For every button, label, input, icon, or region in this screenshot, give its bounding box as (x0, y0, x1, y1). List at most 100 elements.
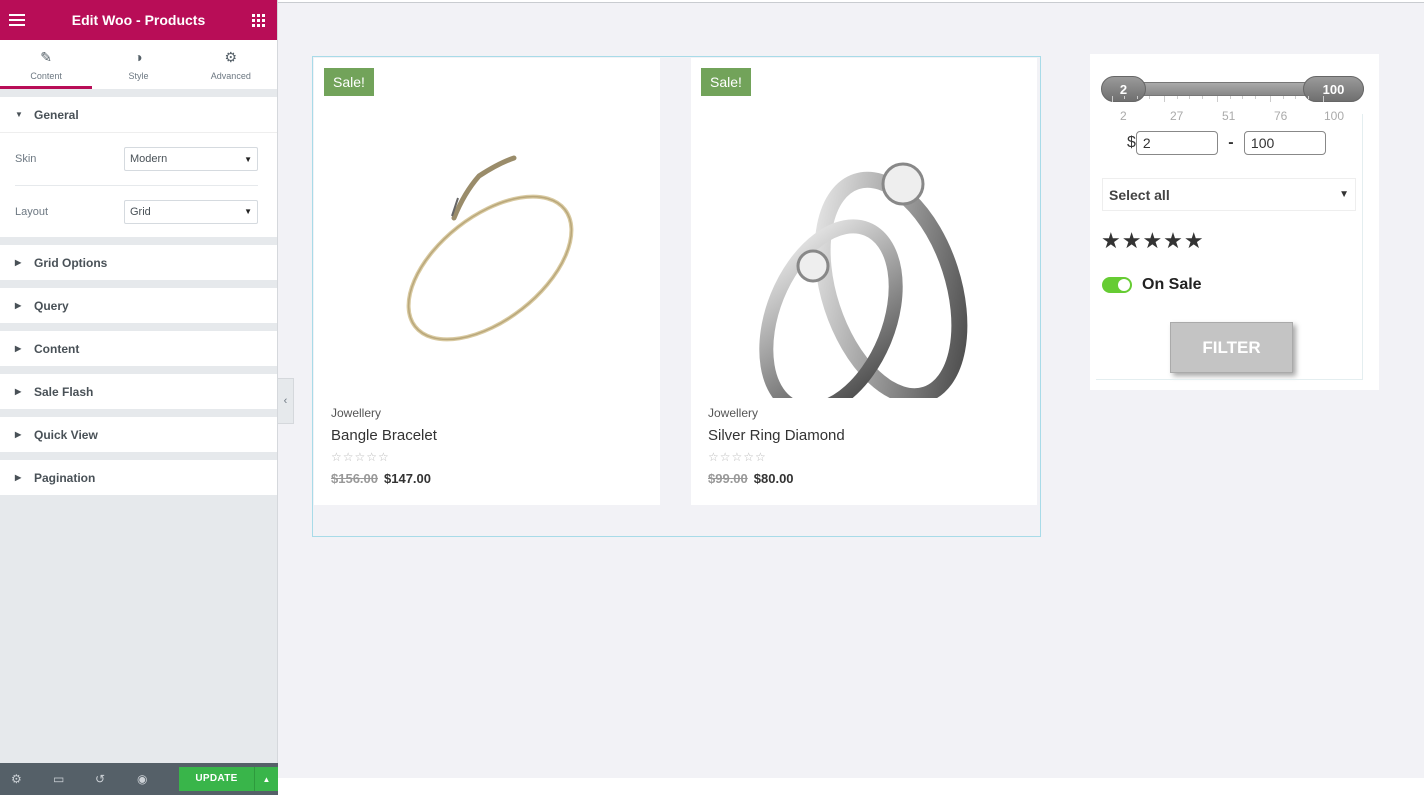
sale-price: $147.00 (384, 471, 431, 486)
caret-up-icon[interactable]: ▲ (254, 767, 278, 791)
skin-control: Skin Modern ▼ (15, 133, 258, 185)
section-header[interactable]: ▶ Content (0, 331, 277, 366)
section-title: Quick View (34, 427, 98, 442)
pencil-icon: ✎ (40, 48, 53, 65)
tick-label: 27 (1170, 109, 1184, 123)
min-price-input[interactable]: 2 (1135, 131, 1218, 155)
caret-right-icon: ▶ (15, 344, 22, 353)
update-button[interactable]: UPDATE (179, 767, 254, 791)
section-content[interactable]: ▶ Content (0, 331, 277, 366)
section-quick-view[interactable]: ▶ Quick View (0, 417, 277, 452)
sale-badge: Sale! (701, 68, 751, 96)
divider (1096, 379, 1362, 380)
half-circle-icon: ◑ (134, 48, 143, 65)
product-filter-widget: 2 100 2 27 51 76 100 $ 2 - 100 Select al… (1090, 54, 1379, 390)
price-range-inputs: $ 2 - 100 (1127, 131, 1326, 155)
settings-gear-icon[interactable]: ⚙ (11, 772, 53, 786)
skin-select-value: Modern (130, 153, 168, 165)
layout-control: Layout Grid ▼ (15, 185, 258, 237)
caret-right-icon: ▶ (15, 387, 22, 396)
history-icon[interactable]: ↺ (95, 772, 137, 786)
section-pagination[interactable]: ▶ Pagination (0, 460, 277, 495)
chevron-down-icon: ▼ (244, 154, 252, 164)
tab-advanced[interactable]: ⚙ Advanced (185, 40, 277, 89)
tick-label: 76 (1274, 109, 1288, 123)
panel-tabs: ✎ Content ◑ Style ⚙ Advanced (0, 40, 277, 89)
section-title: Sale Flash (34, 384, 94, 399)
on-sale-label: On Sale (1142, 276, 1202, 293)
layout-select[interactable]: Grid ▼ (124, 199, 258, 224)
canvas-top-bar (278, 0, 1424, 3)
product-card[interactable]: Sale! Jowellery Silver Ring Diamond ☆☆☆☆… (691, 58, 1037, 505)
section-header[interactable]: ▶ Sale Flash (0, 374, 277, 409)
currency-symbol: $ (1127, 134, 1136, 151)
old-price: $156.00 (331, 471, 378, 486)
caret-right-icon: ▶ (15, 301, 22, 310)
max-price-input[interactable]: 100 (1243, 131, 1326, 155)
update-button-group: UPDATE ▲ (179, 767, 278, 791)
section-title: Query (34, 298, 69, 313)
chevron-down-icon: ▼ (244, 207, 252, 216)
section-query[interactable]: ▶ Query (0, 288, 277, 323)
chevron-left-icon: ‹ (283, 395, 288, 407)
rating-filter-stars[interactable]: ★★★★★ (1101, 228, 1205, 254)
section-header[interactable]: ▶ Pagination (0, 460, 277, 495)
panel-footer: ⚙ ▭ ↺ ◉ UPDATE ▲ (0, 763, 278, 795)
section-general-header[interactable]: ▼ General (0, 97, 277, 132)
widgets-grid-icon[interactable] (251, 13, 265, 27)
section-sale-flash[interactable]: ▶ Sale Flash (0, 374, 277, 409)
rating-stars: ☆☆☆☆☆ (708, 450, 767, 464)
skin-label: Skin (15, 153, 37, 165)
tab-style-label: Style (128, 70, 149, 81)
on-sale-toggle[interactable] (1102, 277, 1132, 293)
skin-select[interactable]: Modern ▼ (124, 147, 258, 171)
section-title: Grid Options (34, 255, 108, 270)
section-header[interactable]: ▶ Query (0, 288, 277, 323)
filter-button[interactable]: FILTER (1170, 322, 1293, 373)
tick-label: 100 (1324, 109, 1345, 123)
section-title: Pagination (34, 470, 96, 485)
tick-label: 51 (1222, 109, 1236, 123)
bracelet-image[interactable] (314, 98, 660, 398)
section-header[interactable]: ▶ Grid Options (0, 245, 277, 280)
canvas-bottom-strip (278, 778, 1424, 795)
sale-badge: Sale! (324, 68, 374, 96)
section-header[interactable]: ▶ Quick View (0, 417, 277, 452)
section-grid-options[interactable]: ▶ Grid Options (0, 245, 277, 280)
sale-price: $80.00 (753, 471, 794, 486)
product-category[interactable]: Jowellery (331, 406, 381, 420)
section-title: Content (34, 341, 80, 356)
products-widget[interactable]: Sale! Jowellery Bangle Bracelet ☆☆☆☆☆ $1… (312, 56, 1041, 537)
panel-header: Edit Woo - Products (0, 0, 277, 40)
layout-label: Layout (15, 205, 49, 218)
editor-panel: Edit Woo - Products ✎ Content ◑ Style ⚙ … (0, 0, 278, 795)
product-card[interactable]: Sale! Jowellery Bangle Bracelet ☆☆☆☆☆ $1… (314, 58, 660, 505)
tab-content-label: Content (30, 70, 62, 81)
tab-style[interactable]: ◑ Style (92, 40, 184, 89)
responsive-desktop-icon[interactable]: ▭ (53, 772, 95, 786)
panel-title: Edit Woo - Products (71, 12, 206, 28)
product-category[interactable]: Jowellery (708, 406, 758, 420)
panel-collapse-handle[interactable]: ‹ (278, 378, 294, 424)
gear-icon: ⚙ (224, 48, 238, 65)
tab-content[interactable]: ✎ Content (0, 40, 93, 89)
rings-image[interactable] (691, 98, 1037, 398)
slider-ticks (1112, 96, 1362, 104)
layout-select-value: Grid (130, 205, 151, 218)
caret-right-icon: ▶ (15, 473, 22, 482)
section-general-title: General (34, 107, 79, 122)
category-select[interactable]: Select all ▼ (1102, 178, 1356, 211)
product-name[interactable]: Bangle Bracelet (331, 427, 437, 444)
on-sale-toggle-row: On Sale (1102, 276, 1202, 294)
tab-advanced-label: Advanced (210, 70, 251, 81)
preview-eye-icon[interactable]: ◉ (137, 772, 179, 786)
rating-stars: ☆☆☆☆☆ (331, 450, 390, 464)
chevron-down-icon: ▼ (1339, 189, 1349, 200)
product-name[interactable]: Silver Ring Diamond (708, 427, 845, 444)
hamburger-menu-icon[interactable] (9, 14, 25, 26)
category-select-value: Select all (1109, 186, 1170, 203)
section-general-body: Skin Modern ▼ Layout Grid ▼ (0, 132, 277, 237)
caret-down-icon: ▼ (15, 110, 23, 119)
tick-label: 2 (1120, 109, 1127, 123)
caret-right-icon: ▶ (15, 258, 22, 267)
